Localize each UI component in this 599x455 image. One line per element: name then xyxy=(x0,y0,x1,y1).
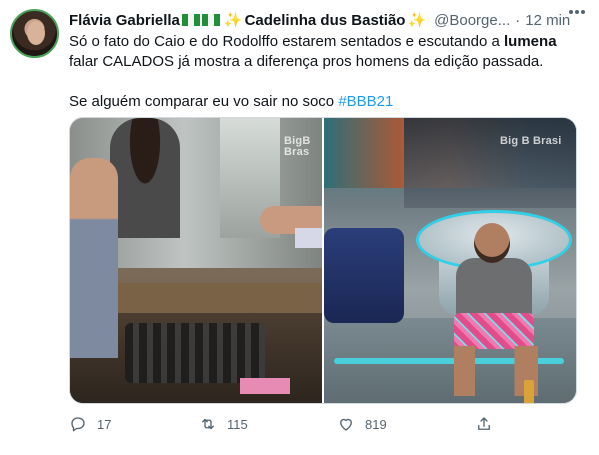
tweet-media: BigB Bras Big B Brasi xyxy=(69,117,577,404)
like-count: 819 xyxy=(365,416,387,432)
sparkles-icon: ✨ xyxy=(407,12,427,29)
tweet-header: Flávia Gabriella ✨ Cadelinha dus Bastião… xyxy=(69,11,589,30)
heart-icon xyxy=(340,418,352,431)
sparkles-icon: ✨ xyxy=(223,12,243,29)
share-button[interactable] xyxy=(475,415,493,433)
reply-button[interactable]: 17 xyxy=(69,415,111,433)
tweet-paragraph-2: Se alguém comparar eu vo sair no soco #B… xyxy=(69,92,589,112)
display-name-suffix: Cadelinha dus Bastião xyxy=(244,11,406,29)
photo-living-room[interactable]: Big B Brasi xyxy=(324,118,576,403)
share-icon xyxy=(478,417,490,430)
retweet-icon xyxy=(202,418,214,430)
photo-kitchen[interactable]: BigB Bras xyxy=(70,118,322,403)
tweet[interactable]: Flávia Gabriella ✨ Cadelinha dus Bastião… xyxy=(0,0,599,455)
tv-watermark: Big B Brasi xyxy=(500,135,562,147)
tweet-timestamp[interactable]: 12 min xyxy=(525,12,570,29)
tweet-text-part: falar CALADOS já mostra a diferença pros… xyxy=(69,53,544,70)
tweet-text-part: Se alguém comparar eu vo sair no soco xyxy=(69,93,339,110)
tweet-actions: 17 115 819 xyxy=(69,414,549,434)
author-name[interactable]: Flávia Gabriella ✨ Cadelinha dus Bastião… xyxy=(69,11,428,30)
separator-dot: · xyxy=(515,11,521,29)
tweet-text-bold: lumena xyxy=(504,33,557,50)
brazil-flag-icon xyxy=(181,14,200,26)
author-handle[interactable]: @Boorge... xyxy=(434,12,510,29)
more-options-icon[interactable] xyxy=(569,10,585,14)
reply-icon xyxy=(71,417,85,432)
tweet-paragraph-1: Só o fato do Caio e do Rodolffo estarem … xyxy=(69,32,589,72)
tv-watermark: BigB Bras xyxy=(284,135,311,158)
display-name: Flávia Gabriella xyxy=(69,11,180,29)
reply-count: 17 xyxy=(97,416,112,432)
like-button[interactable]: 819 xyxy=(337,415,387,433)
avatar-face xyxy=(27,21,45,45)
tweet-text-part: Só o fato do Caio e do Rodolffo estarem … xyxy=(69,33,505,50)
hashtag-link[interactable]: #BBB21 xyxy=(338,93,393,110)
retweet-button[interactable]: 115 xyxy=(199,415,248,433)
avatar[interactable] xyxy=(10,9,59,58)
tweet-text: Só o fato do Caio e do Rodolffo estarem … xyxy=(69,32,589,112)
brazil-flag-icon xyxy=(201,14,220,26)
retweet-count: 115 xyxy=(227,416,248,432)
